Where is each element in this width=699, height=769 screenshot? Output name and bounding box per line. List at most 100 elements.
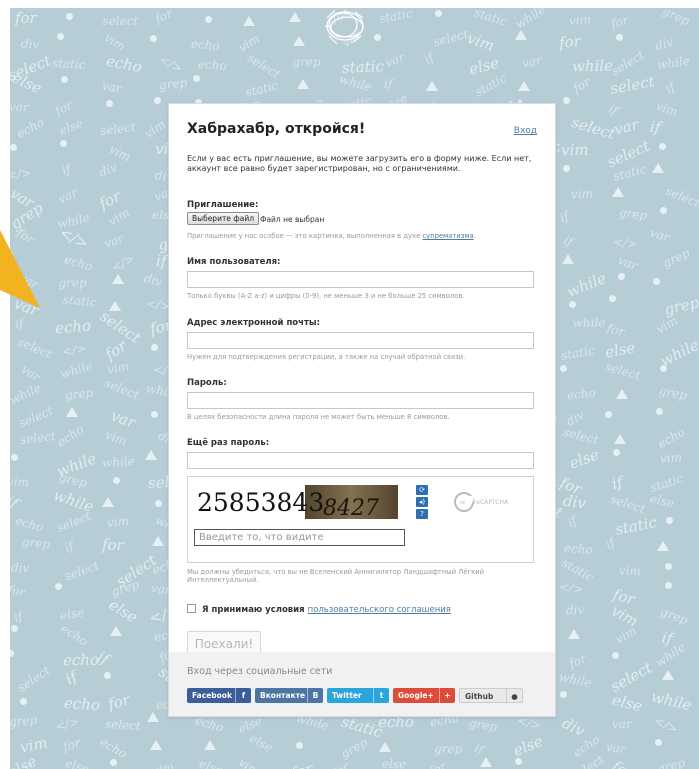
background-word: while bbox=[101, 454, 135, 471]
user-agreement-link[interactable]: пользовательского соглашения bbox=[308, 605, 451, 615]
background-word: while bbox=[10, 380, 44, 408]
background-word: var bbox=[612, 115, 641, 139]
background-dot bbox=[60, 76, 68, 84]
background-word: vim bbox=[653, 98, 680, 120]
background-word: if bbox=[606, 101, 620, 118]
background-word: else bbox=[247, 731, 276, 756]
username-field[interactable] bbox=[187, 271, 534, 288]
background-word: static bbox=[559, 343, 596, 363]
background-word: select bbox=[245, 50, 283, 82]
background-word: while bbox=[563, 269, 609, 302]
background-pentagon bbox=[567, 628, 580, 639]
background-word: select bbox=[17, 403, 56, 431]
twitter-button[interactable]: Twitter t bbox=[327, 688, 389, 703]
background-word: select bbox=[16, 335, 55, 362]
background-pentagon bbox=[65, 406, 78, 417]
background-word: if bbox=[63, 538, 77, 555]
social-title: Вход через социальные сети bbox=[187, 666, 333, 677]
background-word: vim bbox=[613, 623, 640, 647]
captcha-refresh-icon[interactable]: ⟳ bbox=[416, 485, 428, 495]
background-word: var bbox=[611, 717, 632, 732]
background-word: vim bbox=[659, 450, 683, 467]
password-repeat-label: Ещё раз пароль: bbox=[187, 438, 270, 448]
background-word: else bbox=[649, 491, 676, 511]
background-pentagon bbox=[379, 741, 392, 752]
background-word: select bbox=[54, 509, 94, 536]
email-hint: Нужен для подтверждения регистрации, а т… bbox=[187, 353, 466, 361]
background-dot bbox=[608, 294, 616, 302]
github-octocat-icon: ● bbox=[506, 689, 522, 704]
twitter-label: Twitter bbox=[332, 691, 362, 700]
background-dot bbox=[569, 300, 577, 308]
suprematism-link[interactable]: супрематизма bbox=[422, 232, 473, 240]
background-word: select bbox=[104, 717, 142, 734]
background-word: if bbox=[609, 472, 624, 493]
background-word: grep bbox=[657, 383, 689, 403]
background-word: </> bbox=[651, 713, 680, 737]
background-word: else bbox=[511, 732, 546, 761]
background-pentagon bbox=[514, 30, 527, 40]
background-dot bbox=[10, 143, 18, 151]
username-hint: Только буквы (A-Z a-z) и цифры (0-9), не… bbox=[187, 292, 465, 300]
background-word: for bbox=[10, 582, 27, 600]
captcha-note: Мы должны убедиться, что вы не Вселенски… bbox=[187, 568, 485, 584]
vkontakte-button[interactable]: Вконтакте B bbox=[255, 688, 323, 703]
captcha-audio-icon[interactable]: ◂) bbox=[416, 497, 428, 507]
background-dot bbox=[605, 410, 613, 418]
background-pentagon bbox=[656, 541, 669, 552]
background-word: vim bbox=[235, 31, 263, 56]
choose-file-button[interactable]: Выберите файл bbox=[187, 212, 259, 225]
github-button[interactable]: Github ● bbox=[459, 688, 523, 704]
background-word: if bbox=[155, 251, 167, 270]
background-word: for bbox=[61, 735, 83, 755]
background-word: select bbox=[561, 424, 600, 447]
invite-label: Приглашение: bbox=[187, 200, 259, 210]
background-dot bbox=[66, 12, 74, 20]
recaptcha-brand: reCAPTCHA bbox=[474, 499, 509, 506]
background-word: var bbox=[10, 99, 29, 115]
background-word: var bbox=[648, 225, 672, 245]
password-field[interactable] bbox=[187, 392, 534, 409]
password-repeat-field[interactable] bbox=[187, 452, 534, 469]
googleplus-button[interactable]: Google+ + bbox=[393, 688, 455, 703]
background-pentagon bbox=[147, 712, 160, 723]
background-word: grep bbox=[338, 735, 370, 761]
background-word: static bbox=[472, 8, 509, 29]
background-word: if bbox=[602, 536, 618, 553]
background-word: div bbox=[142, 271, 164, 290]
terms-row: Я принимаю условия пользовательского сог… bbox=[187, 604, 451, 615]
captcha-controls: ⟳ ◂) ? bbox=[416, 485, 428, 521]
background-word: </> bbox=[56, 222, 92, 253]
background-word: </> bbox=[109, 250, 137, 275]
background-dot bbox=[563, 96, 571, 104]
background-word: for bbox=[558, 32, 583, 53]
terms-checkbox[interactable] bbox=[187, 604, 196, 613]
background-dot bbox=[660, 364, 668, 372]
login-link[interactable]: Вход bbox=[514, 126, 537, 136]
background-word: select bbox=[102, 375, 142, 403]
captcha-input[interactable]: Введите то, что видите bbox=[194, 529, 405, 546]
facebook-button[interactable]: Facebook f bbox=[187, 688, 251, 703]
background-word: grep bbox=[21, 534, 51, 552]
background-word: select bbox=[608, 492, 648, 517]
background-dot bbox=[149, 34, 157, 42]
background-pentagon bbox=[615, 389, 628, 400]
background-word: var bbox=[382, 50, 407, 71]
background-word: echo bbox=[63, 693, 101, 714]
background-word: vim bbox=[105, 513, 130, 531]
background-word: select bbox=[19, 428, 57, 447]
background-word: echo bbox=[563, 541, 593, 558]
background-word: vim bbox=[653, 313, 680, 337]
background-word: echo bbox=[13, 513, 45, 535]
background-word: for bbox=[14, 8, 37, 27]
twitter-bird-icon: t bbox=[373, 688, 389, 703]
background-word: vim bbox=[106, 359, 131, 378]
facebook-label: Facebook bbox=[192, 691, 232, 700]
captcha-help-icon[interactable]: ? bbox=[416, 509, 428, 519]
background-word: var bbox=[56, 185, 81, 207]
background-word: grep bbox=[292, 55, 321, 70]
background-word: echo bbox=[197, 56, 228, 73]
email-field[interactable] bbox=[187, 332, 534, 349]
background-word: grep bbox=[434, 741, 463, 756]
background-word: select bbox=[663, 183, 699, 211]
